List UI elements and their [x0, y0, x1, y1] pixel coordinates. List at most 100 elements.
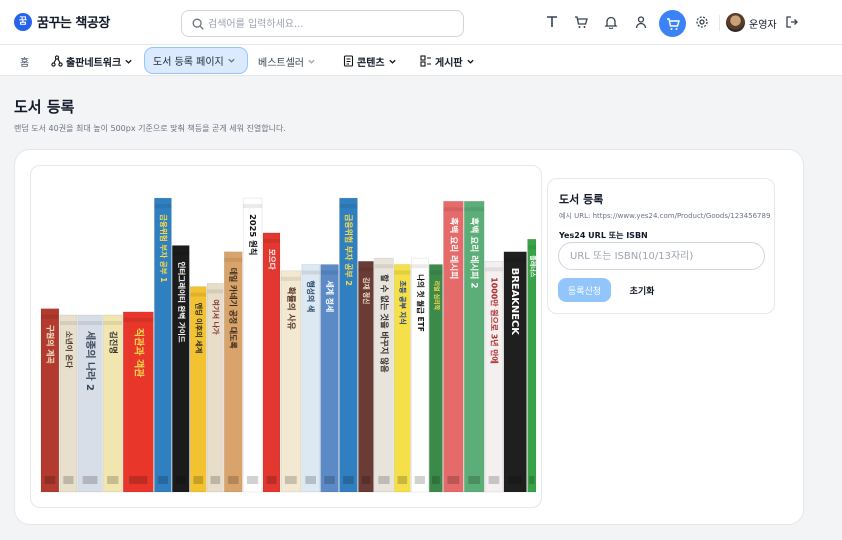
- book-publisher-mark: [305, 476, 316, 484]
- book-spine-title: 김진명: [108, 331, 118, 354]
- nav-board-label: 게시판: [435, 57, 463, 69]
- cart-icon: [666, 17, 680, 30]
- book-spine[interactable]: 구원의 계곡: [40, 308, 60, 493]
- book-spine-title: 세종의 나라 2: [84, 331, 97, 391]
- book-spine-title: 엔딩 이후의 세계: [194, 303, 203, 354]
- user-name[interactable]: 운영자: [749, 16, 777, 31]
- logout-icon[interactable]: [782, 12, 802, 32]
- book-publisher-mark: [414, 476, 425, 484]
- book-spine-band: [301, 270, 320, 275]
- book-spine-title: 데일 카네기 공정 대도록: [229, 268, 239, 350]
- isbn-input[interactable]: [558, 242, 765, 270]
- book-spine[interactable]: 소년이 온다: [59, 314, 78, 493]
- book-publisher-mark: [343, 476, 354, 484]
- book-spine-band: [394, 270, 411, 275]
- book-spine-band: [41, 314, 59, 319]
- book-spine[interactable]: 행성의 색: [301, 264, 320, 493]
- book-spine-band: [374, 264, 394, 269]
- chevron-down-icon: [388, 59, 396, 64]
- book-spine-title: 1000만 원으로 3년 만에: [490, 277, 500, 364]
- book-publisher-mark: [266, 476, 277, 484]
- book-publisher-mark: [529, 476, 535, 484]
- book-publisher-mark: [227, 476, 239, 484]
- reset-button[interactable]: 초기화: [620, 278, 664, 302]
- book-publisher-mark: [63, 476, 74, 484]
- page-subtitle: 랜덤 도서 40권을 최대 높이 500px 기준으로 맞춰 책등을 곧게 세워…: [14, 124, 286, 133]
- book-publisher-mark: [210, 476, 221, 484]
- nav-publishing[interactable]: 출판네트워크: [48, 51, 136, 71]
- book-spine[interactable]: 엔딩 이후의 세계: [190, 286, 207, 493]
- submit-button[interactable]: 등록신청: [558, 278, 611, 302]
- book-spine-band: [59, 321, 77, 325]
- book-spine[interactable]: 모으다: [262, 232, 281, 493]
- book-spine-band: [172, 251, 190, 256]
- main-nav: 홈 출판네트워크 도서 등록 페이지 베스트셀러 콘텐츠 게시판: [0, 45, 842, 76]
- gear-icon[interactable]: [692, 12, 712, 32]
- book-spine[interactable]: 나의 첫 월급 ETF: [410, 257, 429, 493]
- book-spine-title: 흑백 요리 레시피 2: [469, 217, 481, 288]
- book-spine-title: 2025 원칙: [248, 214, 258, 255]
- nav-contents[interactable]: 콘텐츠: [340, 51, 400, 71]
- book-spine[interactable]: 김재 정신: [358, 261, 374, 493]
- book-spine[interactable]: BREAKNECK: [503, 251, 527, 493]
- book-spine-title: 할 수 없는 것을 바꾸지 않음: [379, 274, 389, 373]
- nav-bestseller[interactable]: 베스트셀러: [258, 51, 319, 71]
- book-spine[interactable]: 초등 공부 지식: [393, 264, 411, 493]
- book-spine[interactable]: 리얼 심리학: [428, 264, 443, 493]
- book-spine-title: 여기서 나가: [211, 299, 220, 335]
- book-spine[interactable]: 확률의 사유: [280, 270, 302, 493]
- book-spine[interactable]: 2025 원칙: [242, 197, 263, 493]
- nav-home[interactable]: 홈: [20, 51, 29, 71]
- form-title: 도서 등록: [559, 193, 604, 206]
- nav-register[interactable]: 도서 등록 페이지: [144, 47, 248, 74]
- text-icon[interactable]: [542, 12, 562, 32]
- book-spine-title: 초등 공부 지식: [398, 281, 407, 325]
- search-input[interactable]: [208, 15, 458, 33]
- book-publisher-mark: [431, 476, 440, 484]
- book-spine[interactable]: 세계 정세: [320, 264, 339, 493]
- search-bar[interactable]: [181, 10, 464, 37]
- book-spine[interactable]: 세종의 나라 2: [77, 314, 103, 493]
- page-title: 도서 등록: [14, 98, 75, 116]
- book-publisher-mark: [246, 476, 259, 484]
- book-spine-band: [339, 204, 358, 209]
- book-publisher-mark: [193, 476, 204, 484]
- user-icon[interactable]: [631, 12, 651, 32]
- book-spine[interactable]: 흑백 요리 레시피: [443, 200, 464, 493]
- book-spine-band: [485, 267, 503, 272]
- nav-board[interactable]: 게시판: [417, 51, 478, 71]
- cart-button-active[interactable]: [659, 10, 686, 37]
- book-spine-title: 직관과 객관: [132, 328, 145, 378]
- app-title[interactable]: 꿈꾸는 책공장: [37, 12, 110, 31]
- book-publisher-mark: [157, 476, 168, 484]
- avatar[interactable]: [726, 13, 745, 32]
- book-register-form: 도서 등록 예시 URL: https://www.yes24.com/Prod…: [547, 178, 775, 314]
- logo-badge[interactable]: 꿈: [14, 13, 32, 31]
- bell-icon[interactable]: [601, 12, 621, 32]
- book-spine[interactable]: 1000만 원으로 3년 만에: [484, 261, 504, 493]
- book-publisher-mark: [361, 476, 371, 484]
- book-spine-title: 나의 첫 월급 ETF: [416, 274, 426, 332]
- book-spine-band: [320, 270, 339, 275]
- cart-icon[interactable]: [571, 12, 591, 32]
- book-spine[interactable]: 인터그레이티 완벽 가이드: [172, 245, 190, 493]
- book-spine[interactable]: 흑백 요리 레시피 2: [463, 200, 485, 493]
- book-spine[interactable]: 데일 카네기 공정 대도록: [224, 251, 243, 493]
- book-spine-band: [527, 245, 536, 250]
- bookshelf-canvas: 구원의 계곡 소년이 온다 세종의 나라 2 김진명 직관과 객관 금융위험 부자 공부 …: [40, 197, 537, 493]
- book-spine[interactable]: 금융위험 부자 공부 2: [339, 197, 358, 493]
- book-spine[interactable]: 직관과 객관: [122, 311, 154, 493]
- book-spine[interactable]: 김진명: [103, 314, 123, 493]
- chevron-down-icon: [228, 58, 235, 63]
- book-spine-band: [464, 207, 485, 212]
- chevron-down-icon: [308, 59, 315, 64]
- book-spine-cover: [262, 232, 281, 493]
- book-spine[interactable]: 금융위험 부자 공부 1: [154, 197, 172, 493]
- book-spine-title: 리얼 심리학: [432, 281, 440, 311]
- book-spine[interactable]: 플래너스: [527, 238, 537, 493]
- book-spine[interactable]: 할 수 없는 것을 바꾸지 않음: [374, 257, 394, 493]
- nav-bestseller-label: 베스트셀러: [258, 57, 304, 69]
- book-spine[interactable]: 여기서 나가: [207, 283, 224, 493]
- nav-contents-label: 콘텐츠: [357, 57, 385, 69]
- book-spine-title: 흑백 요리 레시피: [448, 217, 460, 279]
